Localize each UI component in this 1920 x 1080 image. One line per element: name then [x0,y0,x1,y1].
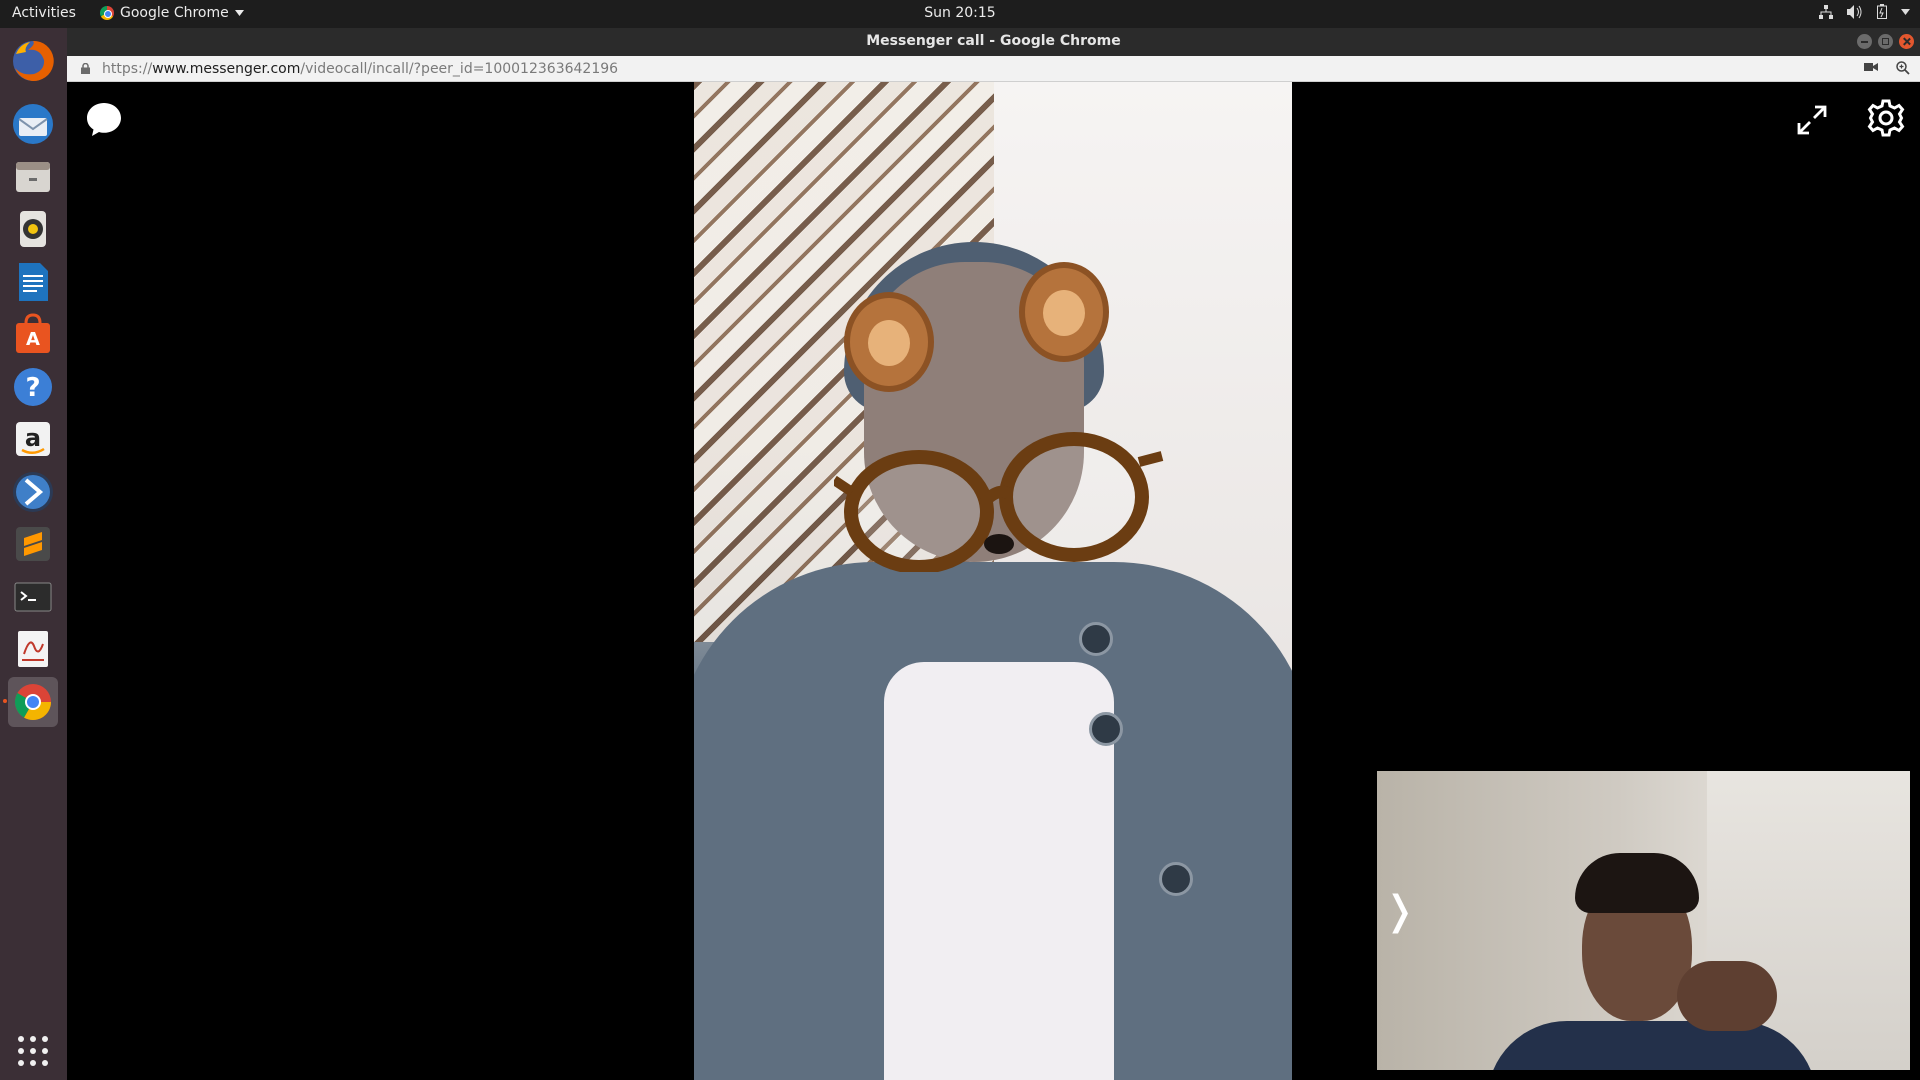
dock-item-thunderbird[interactable] [8,99,58,149]
svg-text:A: A [26,329,40,350]
settings-button[interactable] [1866,98,1906,138]
app-grid-icon [18,1036,24,1042]
ubuntu-dock: A ? a [0,28,67,1080]
dock-item-rhythmbox[interactable] [8,204,58,254]
dock-item-software[interactable]: A [8,309,58,359]
terminal-icon [14,582,52,612]
files-icon [16,162,50,192]
window-title-bar: Messenger call - Google Chrome [67,28,1920,56]
window-title: Messenger call - Google Chrome [866,33,1121,49]
self-view-person-hair [1575,853,1699,913]
gear-icon [1867,99,1905,137]
chat-bubble-icon [87,103,121,136]
writer-icon [19,263,48,301]
dock-item-writer[interactable] [8,257,58,307]
sublime-icon [16,527,50,561]
network-icon [1819,4,1833,19]
svg-text:?: ? [25,373,40,403]
self-view-video[interactable]: ❭ [1377,771,1910,1070]
running-indicator [3,699,7,703]
address-bar-icons [1864,61,1910,75]
pdf-icon [18,631,48,667]
software-icon: A [16,313,50,353]
battery-icon [1877,4,1887,19]
chrome-icon [14,684,52,721]
dock-item-k-app[interactable] [8,467,58,517]
fullscreen-icon [1797,105,1827,135]
svg-text:a: a [25,424,41,452]
maximize-button[interactable] [1878,34,1893,49]
rhythmbox-icon [20,211,46,247]
lock-icon[interactable] [81,63,90,74]
fullscreen-button[interactable] [1796,104,1828,136]
bear-nose-filter [984,534,1014,554]
jacket-button [1159,862,1193,896]
chat-button[interactable] [85,100,123,138]
jacket-button [1079,622,1113,656]
url-scheme: https:// [102,61,153,77]
blue-k-icon [13,472,53,512]
video-call-area: ❭ [67,82,1920,1080]
show-applications-button[interactable] [18,1036,48,1066]
dock-item-pdf[interactable] [8,624,58,674]
clock[interactable]: Sun 20:15 [0,5,1920,21]
dock-item-sublime[interactable] [8,519,58,569]
close-button[interactable] [1899,34,1914,49]
camera-icon[interactable] [1864,61,1878,73]
chevron-down-icon [1901,8,1910,15]
window-controls [1857,34,1914,49]
url-host: www.messenger.com [152,61,301,77]
bear-ear-filter-right [1019,262,1109,362]
dock-item-firefox[interactable] [8,36,58,86]
amazon-icon: a [16,422,50,456]
dock-item-amazon[interactable]: a [8,414,58,464]
dock-item-files[interactable] [8,152,58,202]
bear-ear-filter-left [844,292,934,392]
dock-item-help[interactable]: ? [8,362,58,412]
collapse-self-view-button[interactable]: ❭ [1383,891,1417,931]
url-path: /videocall/incall/?peer_id=1000123636421… [300,61,619,77]
remote-video [694,82,1292,1080]
minimize-button[interactable] [1857,34,1872,49]
volume-icon [1847,4,1862,19]
video-person-shirt [884,662,1114,1080]
self-view-person-hand [1677,961,1777,1031]
jacket-button [1089,712,1123,746]
zoom-icon[interactable] [1896,61,1910,75]
system-tray[interactable] [1819,4,1910,19]
gnome-top-bar: Activities Google Chrome Sun 20:15 [0,0,1920,28]
url-text[interactable]: https://www.messenger.com/videocall/inca… [102,61,618,77]
dock-item-chrome[interactable] [3,677,58,727]
self-view-person-torso [1487,1021,1817,1070]
thunderbird-icon [13,104,53,144]
dock-item-terminal[interactable] [8,572,58,622]
firefox-icon [13,40,54,81]
help-icon: ? [14,368,52,406]
address-bar[interactable]: https://www.messenger.com/videocall/inca… [67,56,1920,82]
